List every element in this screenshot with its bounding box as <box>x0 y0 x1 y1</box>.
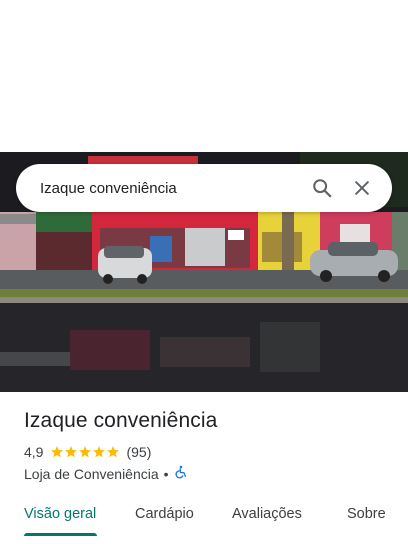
place-details-screen: Izaque conveniência Izaque conveniência … <box>0 0 408 544</box>
star-icon <box>65 446 78 458</box>
tab-cardapio[interactable]: Cardápio <box>135 496 194 536</box>
tab-avaliacoes[interactable]: Avaliações <box>232 496 302 536</box>
place-tabs: Visão geral Cardápio Avaliações Sobre <box>0 496 408 544</box>
place-title: Izaque conveniência <box>24 409 218 432</box>
star-icon <box>107 446 120 458</box>
review-count[interactable]: (95) <box>126 444 151 460</box>
search-icon[interactable] <box>302 168 342 208</box>
close-icon[interactable] <box>342 168 382 208</box>
tab-visao-geral[interactable]: Visão geral <box>24 496 96 536</box>
star-icon <box>93 446 106 458</box>
star-rating <box>50 445 120 459</box>
category-row: Loja de Conveniência • <box>24 465 188 482</box>
place-category: Loja de Conveniência <box>24 465 159 482</box>
active-tab-indicator <box>24 533 97 536</box>
search-bar[interactable]: Izaque conveniência <box>16 164 392 212</box>
search-input[interactable]: Izaque conveniência <box>40 180 302 197</box>
wheelchair-icon <box>174 465 188 482</box>
star-icon <box>51 446 64 458</box>
rating-value: 4,9 <box>24 444 44 460</box>
tab-sobre[interactable]: Sobre <box>347 496 386 536</box>
separator-dot: • <box>163 465 169 482</box>
rating-summary[interactable]: 4,9 (95) <box>24 444 151 460</box>
star-icon <box>79 446 92 458</box>
